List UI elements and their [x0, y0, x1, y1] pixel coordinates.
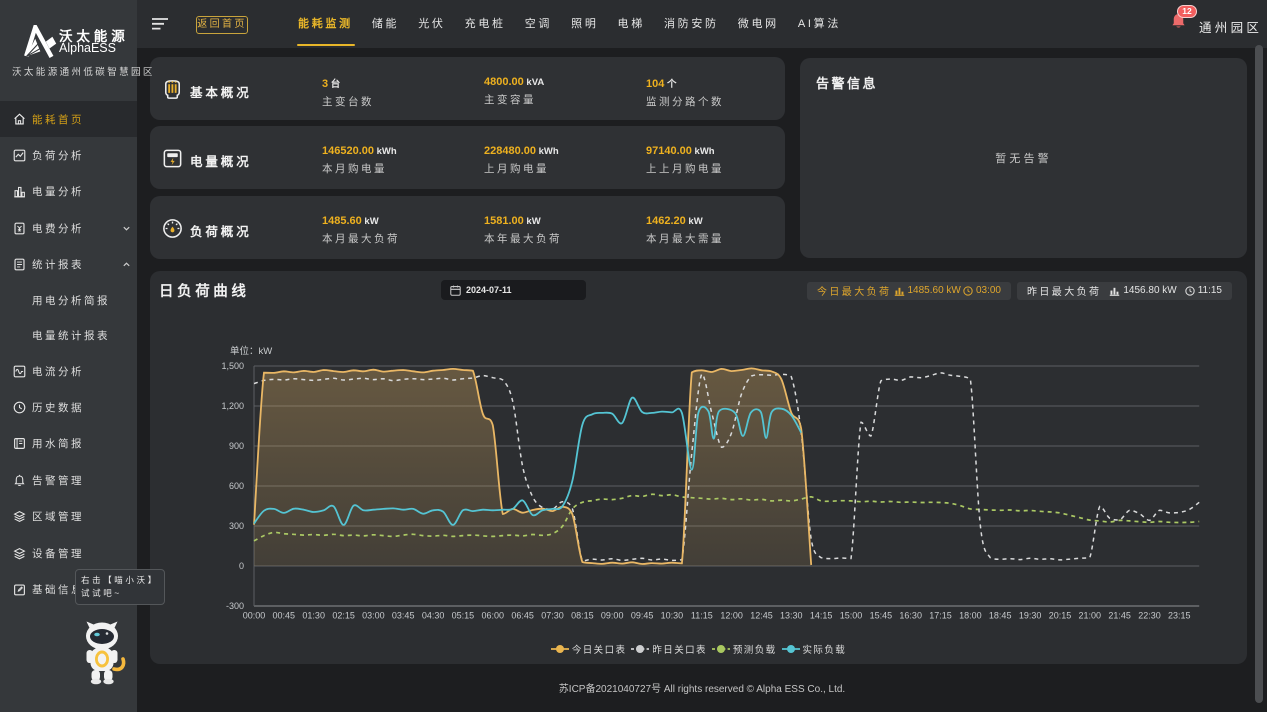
- svg-text:00:00: 00:00: [243, 611, 266, 621]
- svg-text:17:15: 17:15: [929, 611, 952, 621]
- svg-text:07:30: 07:30: [541, 611, 564, 621]
- svg-text:01:30: 01:30: [302, 611, 325, 621]
- svg-text:15:00: 15:00: [840, 611, 863, 621]
- svg-text:09:45: 09:45: [631, 611, 654, 621]
- svg-text:08:15: 08:15: [571, 611, 594, 621]
- svg-text:22:30: 22:30: [1138, 611, 1161, 621]
- svg-text:23:15: 23:15: [1168, 611, 1191, 621]
- svg-text:05:15: 05:15: [452, 611, 475, 621]
- svg-text:21:45: 21:45: [1108, 611, 1131, 621]
- svg-text:13:30: 13:30: [780, 611, 803, 621]
- svg-text:06:45: 06:45: [511, 611, 534, 621]
- svg-text:1,500: 1,500: [221, 361, 244, 371]
- svg-text:09:00: 09:00: [601, 611, 624, 621]
- svg-text:14:15: 14:15: [810, 611, 833, 621]
- svg-text:06:00: 06:00: [482, 611, 505, 621]
- svg-text:11:15: 11:15: [691, 611, 713, 621]
- svg-text:03:00: 03:00: [362, 611, 385, 621]
- svg-text:10:30: 10:30: [661, 611, 684, 621]
- svg-text:单位：kW: 单位：kW: [230, 345, 272, 357]
- svg-text:12:00: 12:00: [720, 611, 743, 621]
- svg-text:02:15: 02:15: [332, 611, 355, 621]
- svg-text:18:00: 18:00: [959, 611, 982, 621]
- svg-text:300: 300: [229, 521, 244, 531]
- svg-text:12:45: 12:45: [750, 611, 773, 621]
- svg-text:04:30: 04:30: [422, 611, 445, 621]
- svg-text:1,200: 1,200: [221, 401, 244, 411]
- svg-text:20:15: 20:15: [1049, 611, 1072, 621]
- svg-text:-300: -300: [226, 601, 244, 611]
- svg-text:00:45: 00:45: [273, 611, 296, 621]
- svg-text:03:45: 03:45: [392, 611, 415, 621]
- svg-text:900: 900: [229, 441, 244, 451]
- svg-text:15:45: 15:45: [870, 611, 893, 621]
- svg-text:21:00: 21:00: [1079, 611, 1102, 621]
- svg-text:19:30: 19:30: [1019, 611, 1042, 621]
- svg-text:0: 0: [239, 561, 244, 571]
- svg-text:18:45: 18:45: [989, 611, 1012, 621]
- svg-text:16:30: 16:30: [899, 611, 922, 621]
- svg-text:600: 600: [229, 481, 244, 491]
